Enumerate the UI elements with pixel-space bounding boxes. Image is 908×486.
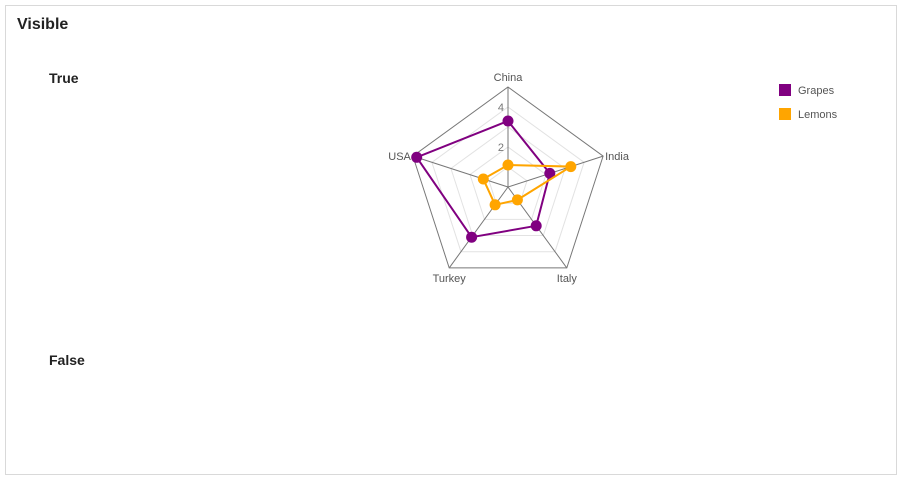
data-point-lemons-india[interactable] xyxy=(565,161,577,173)
legend-label-lemons[interactable]: Lemons xyxy=(798,109,838,121)
tick-label: 2 xyxy=(498,142,504,154)
data-point-grapes-usa[interactable] xyxy=(411,151,423,163)
radar-chart: 2 4 China India Italy Turkey USA Grapes Lemons xyxy=(388,72,838,285)
data-point-grapes-china[interactable] xyxy=(502,115,514,127)
legend-swatch-grapes[interactable] xyxy=(779,84,791,96)
data-point-grapes-turkey[interactable] xyxy=(466,231,478,243)
radar-spoke xyxy=(448,186,509,269)
axis-label-turkey: Turkey xyxy=(433,273,467,285)
legend-swatch-lemons[interactable] xyxy=(779,108,791,120)
data-point-lemons-china[interactable] xyxy=(502,159,514,171)
data-point-grapes-italy[interactable] xyxy=(530,220,542,232)
axis-label-china: China xyxy=(494,72,524,84)
axis-label-india: India xyxy=(605,151,630,163)
tick-label: 4 xyxy=(498,102,504,114)
radar-spoke xyxy=(507,155,604,188)
data-point-lemons-usa[interactable] xyxy=(477,173,489,185)
legend-label-grapes[interactable]: Grapes xyxy=(798,85,835,97)
axis-label-italy: Italy xyxy=(557,273,578,285)
data-point-lemons-turkey[interactable] xyxy=(489,199,501,211)
axis-label-usa: USA xyxy=(388,151,411,163)
data-point-lemons-italy[interactable] xyxy=(511,194,523,206)
